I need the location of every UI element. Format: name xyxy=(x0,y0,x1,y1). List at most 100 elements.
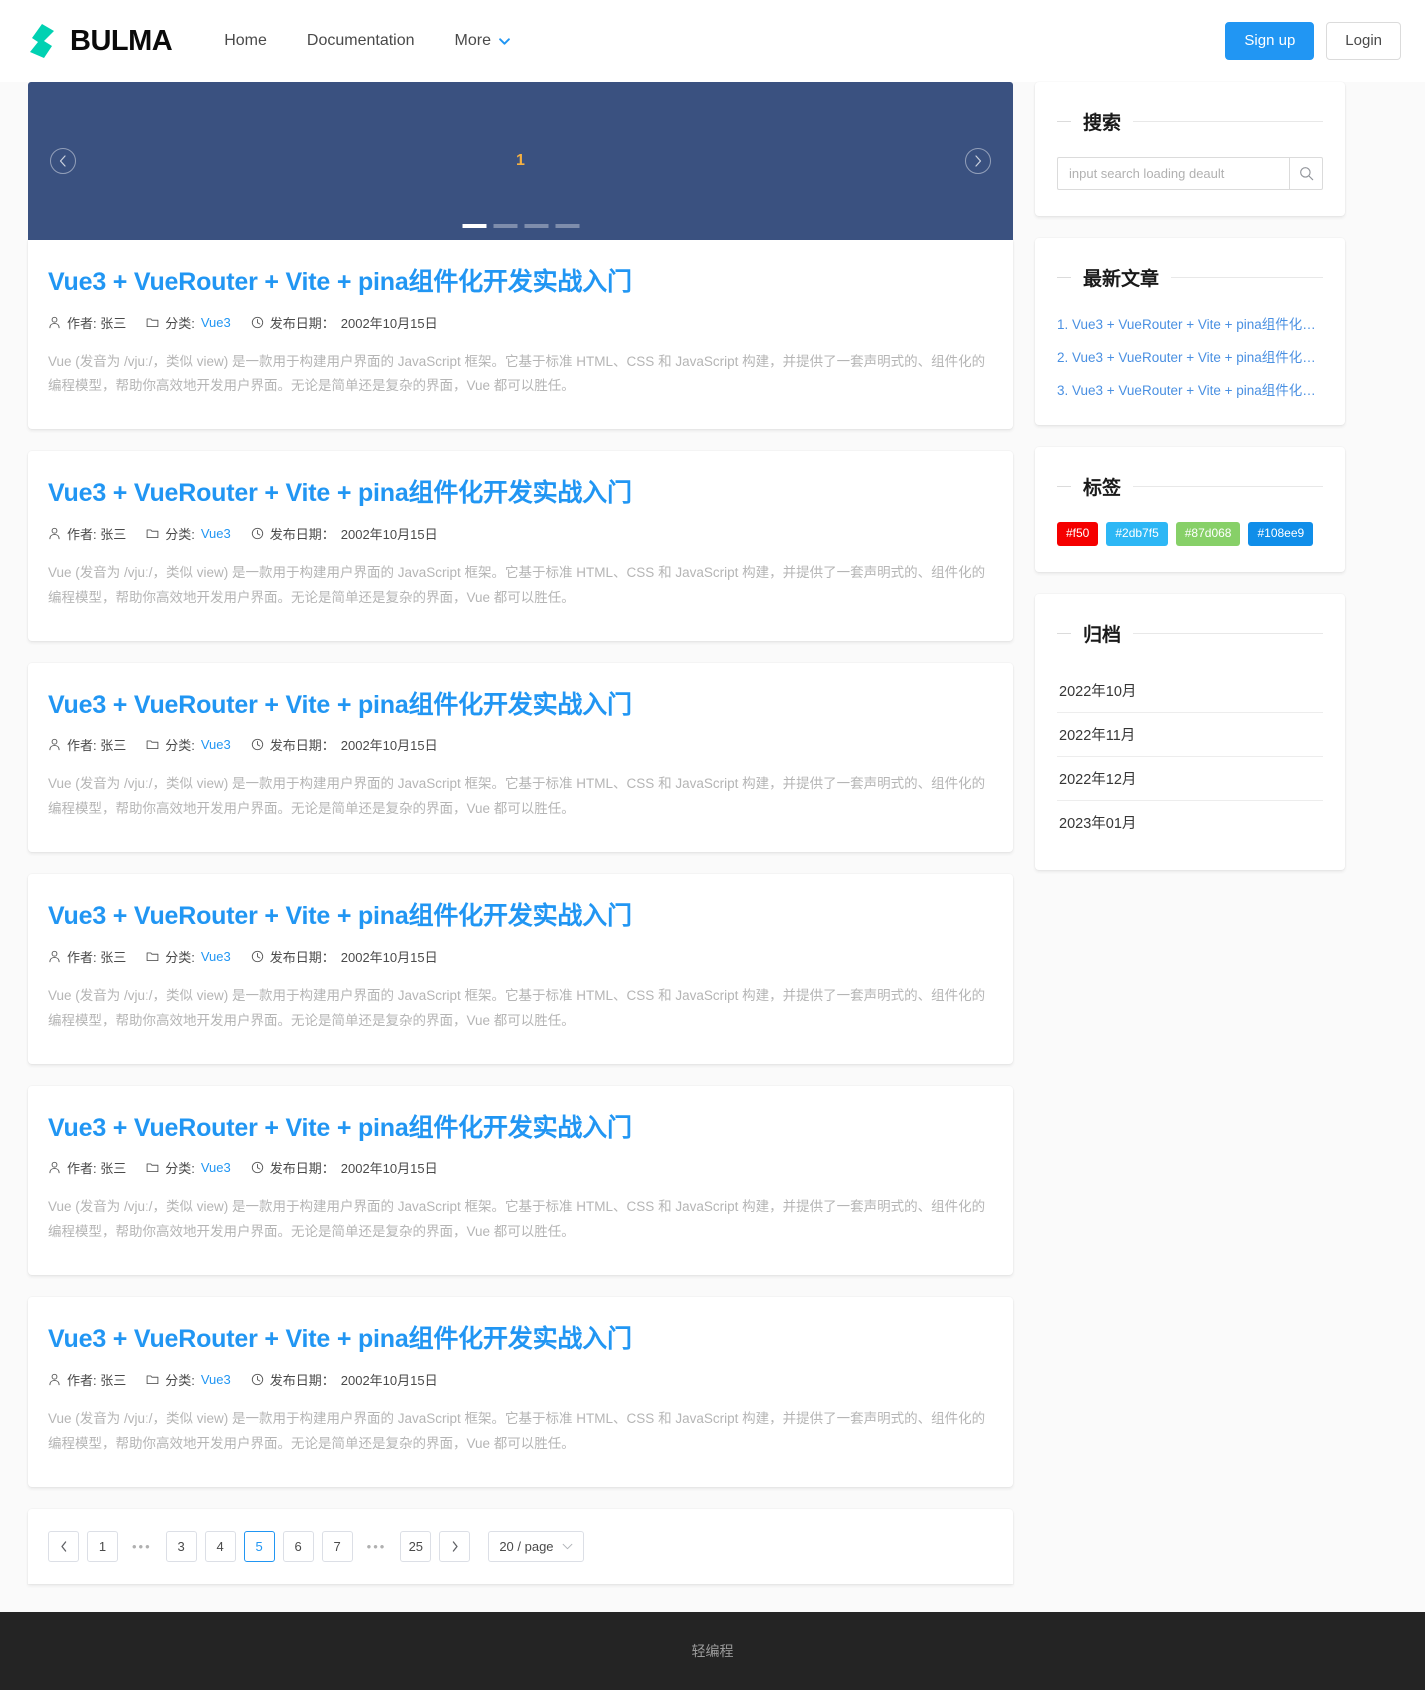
page-size-select[interactable]: 20 / page xyxy=(488,1530,584,1562)
recent-posts-title: 最新文章 xyxy=(1083,269,1160,290)
article-date-value: 2002年10月15日 xyxy=(340,1161,438,1177)
search-input[interactable] xyxy=(1057,157,1289,190)
nav-link-more[interactable]: More xyxy=(435,24,530,58)
article-excerpt: Vue (发音为 /vjuː/，类似 view) 是一款用于构建用户界面的 Ja… xyxy=(48,776,986,817)
carousel-next-button[interactable] xyxy=(965,148,991,174)
folder-icon xyxy=(146,318,159,327)
pagination-page-6[interactable]: 6 xyxy=(282,1530,314,1562)
article-meta: 作者: 张三 分类: Vue3 发布日期： 2002年10月15日 xyxy=(48,1370,993,1389)
pagination-page-3[interactable]: 3 xyxy=(165,1530,197,1562)
list-item[interactable]: 2. Vue3 + VueRouter + Vite + pina组件化开发实战… xyxy=(1057,346,1323,366)
article-category: 分类: Vue3 xyxy=(146,1158,231,1177)
header-rule-left xyxy=(1057,486,1071,487)
nav-link-home-label: Home xyxy=(224,32,267,49)
article-category-value[interactable]: Vue3 xyxy=(201,526,231,541)
list-item[interactable]: 1. Vue3 + VueRouter + Vite + pina组件化开发实战… xyxy=(1057,313,1323,333)
list-item[interactable]: 3. Vue3 + VueRouter + Vite + pina组件化开发实战… xyxy=(1057,379,1323,399)
article-title[interactable]: Vue3 + VueRouter + Vite + pina组件化开发实战入门 xyxy=(48,900,993,933)
folder-icon xyxy=(146,1375,159,1384)
article-card: Vue3 + VueRouter + Vite + pina组件化开发实战入门作… xyxy=(28,662,1013,853)
user-icon xyxy=(49,1373,60,1385)
article-category: 分类: Vue3 xyxy=(146,1370,231,1389)
article-category-value[interactable]: Vue3 xyxy=(201,737,231,752)
article-meta: 作者: 张三 分类: Vue3 发布日期： 2002年10月15日 xyxy=(48,313,993,332)
pagination-ellipsis-right[interactable]: ••• xyxy=(361,1531,393,1562)
recent-posts-card: 最新文章 1. Vue3 + VueRouter + Vite + pina组件… xyxy=(1035,238,1345,425)
tag-chip[interactable]: #f50 xyxy=(1057,522,1099,546)
nav-link-home[interactable]: Home xyxy=(204,24,287,58)
pagination-page-25[interactable]: 25 xyxy=(400,1530,432,1562)
navbar: BULMA Home Documentation More Sign up Lo… xyxy=(0,0,1425,82)
search-icon xyxy=(1299,167,1313,181)
article-title[interactable]: Vue3 + VueRouter + Vite + pina组件化开发实战入门 xyxy=(48,1323,993,1356)
article-excerpt: Vue (发音为 /vjuː/，类似 view) 是一款用于构建用户界面的 Ja… xyxy=(48,353,986,394)
list-item[interactable]: 2023年01月 xyxy=(1057,799,1323,844)
article-date: 发布日期： 2002年10月15日 xyxy=(251,947,438,966)
chevron-right-icon xyxy=(452,1540,458,1552)
chevron-right-icon xyxy=(975,155,982,167)
login-button[interactable]: Login xyxy=(1326,22,1401,60)
tag-chip[interactable]: #2db7f5 xyxy=(1106,522,1168,546)
carousel-prev-button[interactable] xyxy=(50,148,76,174)
pagination-prev-button[interactable] xyxy=(48,1530,79,1562)
pagination-ellipsis-left[interactable]: ••• xyxy=(126,1531,158,1562)
carousel-dot-2[interactable] xyxy=(493,224,517,228)
pagination-page-1[interactable]: 1 xyxy=(87,1530,118,1562)
tags-card: 标签 #f50 #2db7f5 #87d068 #108ee9 xyxy=(1035,447,1345,572)
header-rule-right xyxy=(1133,121,1323,122)
clock-icon xyxy=(251,950,263,962)
article-author: 作者: 张三 xyxy=(48,735,126,754)
folder-icon xyxy=(146,529,159,538)
article-author-label: 作者: 张三 xyxy=(67,315,127,331)
tag-chip[interactable]: #87d068 xyxy=(1175,522,1241,546)
header-rule-right xyxy=(1171,277,1323,278)
article-author-label: 作者: 张三 xyxy=(67,526,127,542)
article-title[interactable]: Vue3 + VueRouter + Vite + pina组件化开发实战入门 xyxy=(48,689,993,722)
article-category: 分类: Vue3 xyxy=(146,313,231,332)
article-title[interactable]: Vue3 + VueRouter + Vite + pina组件化开发实战入门 xyxy=(48,266,993,299)
article-category-value[interactable]: Vue3 xyxy=(201,1372,231,1387)
header-rule-left xyxy=(1057,277,1071,278)
chevron-down-icon xyxy=(499,37,510,45)
page-size-label: 20 / page xyxy=(499,1538,554,1554)
carousel-dot-1[interactable] xyxy=(462,224,486,228)
article-author: 作者: 张三 xyxy=(48,1158,126,1177)
pagination-page-7[interactable]: 7 xyxy=(321,1530,353,1562)
article-date-value: 2002年10月15日 xyxy=(340,1372,438,1388)
article-date: 发布日期： 2002年10月15日 xyxy=(251,524,438,543)
list-item[interactable]: 2022年12月 xyxy=(1057,755,1323,800)
article-category-value[interactable]: Vue3 xyxy=(201,1160,231,1175)
brand[interactable]: BULMA xyxy=(30,24,173,58)
page-body: 1 Vue3 + VueRouter + Vite + pina组件化开发实战入… xyxy=(0,82,1425,1584)
pagination-next-button[interactable] xyxy=(439,1530,471,1562)
archive-header: 归档 xyxy=(1057,620,1323,647)
article-excerpt: Vue (发音为 /vjuː/，类似 view) 是一款用于构建用户界面的 Ja… xyxy=(48,987,986,1028)
archive-list: 2022年10月 2022年11月 2022年12月 2023年01月 xyxy=(1057,669,1323,844)
search-button[interactable] xyxy=(1289,157,1323,190)
article-card: Vue3 + VueRouter + Vite + pina组件化开发实战入门作… xyxy=(28,1085,1013,1276)
list-item[interactable]: 2022年11月 xyxy=(1057,711,1323,756)
article-title[interactable]: Vue3 + VueRouter + Vite + pina组件化开发实战入门 xyxy=(48,1112,993,1145)
tag-chip[interactable]: #108ee9 xyxy=(1248,522,1314,546)
carousel-dot-3[interactable] xyxy=(524,224,548,228)
article-card: Vue3 + VueRouter + Vite + pina组件化开发实战入门作… xyxy=(28,451,1013,641)
article-excerpt: Vue (发音为 /vjuː/，类似 view) 是一款用于构建用户界面的 Ja… xyxy=(48,1199,986,1240)
article-category-value[interactable]: Vue3 xyxy=(201,949,231,964)
article-title[interactable]: Vue3 + VueRouter + Vite + pina组件化开发实战入门 xyxy=(48,477,993,510)
article-author: 作者: 张三 xyxy=(48,1370,126,1389)
clock-icon xyxy=(251,1162,263,1174)
pagination-page-4[interactable]: 4 xyxy=(204,1530,236,1562)
article-category-value[interactable]: Vue3 xyxy=(201,315,231,330)
sidebar: 搜索 最新文章 xyxy=(1035,82,1345,892)
tags-header: 标签 xyxy=(1057,473,1323,500)
article-author-label: 作者: 张三 xyxy=(67,1161,127,1177)
search-card: 搜索 xyxy=(1035,82,1345,216)
carousel-dot-4[interactable] xyxy=(555,224,579,228)
nav-link-documentation[interactable]: Documentation xyxy=(287,24,435,58)
clock-icon xyxy=(251,1373,263,1385)
list-item[interactable]: 2022年10月 xyxy=(1057,669,1323,712)
signup-button[interactable]: Sign up xyxy=(1225,22,1315,60)
carousel[interactable]: 1 xyxy=(28,82,1013,240)
header-rule-right xyxy=(1133,486,1323,487)
pagination-page-5[interactable]: 5 xyxy=(243,1530,275,1562)
